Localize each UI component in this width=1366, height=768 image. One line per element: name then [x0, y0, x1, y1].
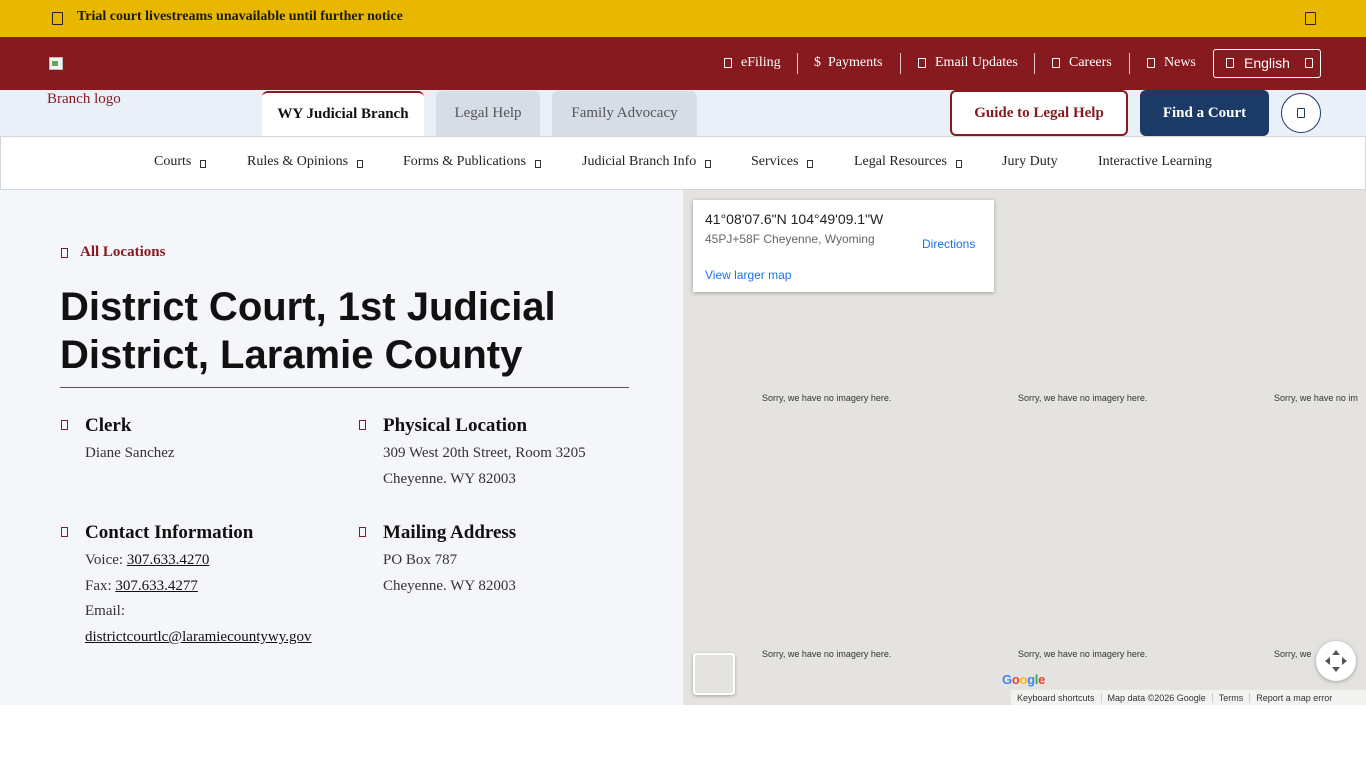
- briefcase-icon: [1052, 58, 1060, 68]
- map-directions-link[interactable]: Directions: [922, 237, 975, 251]
- payments-link[interactable]: $ Payments: [814, 54, 882, 72]
- careers-link[interactable]: Careers: [1052, 54, 1112, 72]
- search-icon: [1297, 108, 1305, 118]
- phone-icon: [61, 527, 68, 537]
- map-camera-control[interactable]: [1316, 641, 1356, 681]
- efiling-link[interactable]: eFiling: [724, 54, 781, 72]
- clerk-heading: Clerk: [85, 415, 132, 436]
- fax-phone-link[interactable]: 307.633.4277: [115, 578, 198, 594]
- language-selector[interactable]: English: [1213, 49, 1321, 78]
- clerk-name: Diane Sanchez: [85, 445, 175, 461]
- google-logo-letter: g: [1027, 672, 1035, 687]
- find-a-court-button[interactable]: Find a Court: [1140, 90, 1269, 136]
- page-title: District Court, 1st Judicial District, L…: [60, 285, 556, 377]
- envelope-icon: [918, 58, 926, 68]
- map-place-card: 41°08'07.6"N 104°49'09.1"W 45PJ+58F Chey…: [693, 200, 994, 292]
- email-updates-link[interactable]: Email Updates: [918, 54, 1018, 72]
- map-no-imagery-text: Sorry, we have no imagery here.: [1018, 649, 1148, 659]
- guide-to-legal-help-button[interactable]: Guide to Legal Help: [950, 90, 1128, 136]
- tab-wy-judicial-branch[interactable]: WY Judicial Branch: [262, 91, 424, 136]
- map-type-toggle-button[interactable]: [693, 653, 735, 695]
- nav-item-rules-opinions[interactable]: Rules & Opinions: [247, 154, 364, 170]
- map-coordinates: 41°08'07.6"N 104°49'09.1"W: [705, 211, 884, 227]
- map-no-imagery-text: Sorry, we have no imagery here.: [1018, 393, 1148, 403]
- user-icon: [61, 420, 68, 430]
- fax-line: Fax: 307.633.4277: [85, 578, 198, 594]
- chevron-down-icon: [200, 159, 207, 168]
- branch-logo-broken-image-icon[interactable]: [47, 55, 63, 71]
- embedded-map[interactable]: 41°08'07.6"N 104°49'09.1"W 45PJ+58F Chey…: [683, 190, 1366, 705]
- voice-phone-link[interactable]: 307.633.4270: [127, 552, 210, 568]
- search-button[interactable]: [1281, 93, 1321, 133]
- branch-logo-alt-text[interactable]: Branch logo: [47, 91, 121, 108]
- globe-icon: [1226, 58, 1234, 68]
- newspaper-icon: [1147, 58, 1155, 68]
- view-larger-map-link[interactable]: View larger map: [705, 268, 791, 282]
- google-logo-letter: G: [1002, 672, 1012, 687]
- nav-item-interactive-learning[interactable]: Interactive Learning: [1098, 154, 1212, 170]
- envelope-icon: [359, 527, 366, 537]
- all-locations-link[interactable]: All Locations: [61, 244, 165, 261]
- keyboard-shortcuts-link[interactable]: Keyboard shortcuts: [1011, 692, 1102, 703]
- map-no-imagery-text: Sorry, we have no imagery here.: [762, 649, 892, 659]
- mailing-address-heading: Mailing Address: [383, 522, 517, 543]
- language-label: English: [1244, 55, 1290, 71]
- mailing-address-line2: Cheyenne. WY 82003: [383, 578, 516, 594]
- divider: [797, 53, 798, 74]
- map-no-imagery-text: Sorry, we: [1274, 649, 1312, 659]
- nav-item-legal-resources[interactable]: Legal Resources: [854, 154, 962, 170]
- dollar-icon: $: [814, 55, 821, 70]
- google-logo-letter: o: [1019, 672, 1028, 687]
- chevron-down-icon: [955, 159, 962, 168]
- divider: [900, 53, 901, 74]
- tab-family-advocacy[interactable]: Family Advocacy: [552, 91, 697, 136]
- map-attribution-bar: Keyboard shortcuts Map data ©2026 Google…: [1011, 690, 1366, 705]
- nav-item-judicial-branch-info[interactable]: Judicial Branch Info: [582, 154, 712, 170]
- terms-link[interactable]: Terms: [1213, 692, 1251, 703]
- physical-location-heading: Physical Location: [383, 415, 528, 436]
- chevron-down-icon: [357, 159, 364, 168]
- close-icon[interactable]: [1305, 12, 1316, 25]
- email-link[interactable]: districtcourtlc@laramiecountywy.gov: [85, 629, 312, 645]
- file-icon: [724, 58, 732, 68]
- mailing-address-line1: PO Box 787: [383, 552, 458, 568]
- chevron-down-icon: [807, 159, 814, 168]
- chevron-down-icon: [705, 159, 712, 168]
- report-map-error-link[interactable]: Report a map error: [1250, 693, 1338, 703]
- google-logo: Google: [1002, 672, 1045, 687]
- chevron-down-icon: [534, 159, 541, 168]
- chevron-left-icon: [61, 247, 68, 258]
- nav-item-courts[interactable]: Courts: [154, 154, 207, 170]
- news-link[interactable]: News: [1147, 54, 1196, 72]
- voice-line: Voice: 307.633.4270: [85, 552, 210, 568]
- divider: [1034, 53, 1035, 74]
- nav-item-forms-publications[interactable]: Forms & Publications: [403, 154, 541, 170]
- alert-banner: Trial court livestreams unavailable unti…: [0, 0, 1366, 37]
- map-plus-code: 45PJ+58F Cheyenne, Wyoming: [705, 232, 875, 246]
- nav-item-jury-duty[interactable]: Jury Duty: [1002, 154, 1058, 170]
- physical-address-line1: 309 West 20th Street, Room 3205: [383, 445, 586, 461]
- map-no-imagery-text: Sorry, we have no im: [1274, 393, 1358, 403]
- email-line: districtcourtlc@laramiecountywy.gov: [85, 629, 312, 646]
- divider: [1129, 53, 1130, 74]
- tab-legal-help[interactable]: Legal Help: [436, 91, 540, 136]
- contact-heading: Contact Information: [85, 522, 254, 543]
- nav-item-services[interactable]: Services: [751, 154, 814, 170]
- move-arrows-icon: [1325, 650, 1347, 672]
- chevron-down-icon: [1305, 58, 1313, 68]
- title-divider: [60, 387, 629, 388]
- map-marker-icon: [359, 420, 366, 430]
- physical-address-line2: Cheyenne. WY 82003: [383, 471, 516, 487]
- alert-text: Trial court livestreams unavailable unti…: [77, 9, 403, 24]
- google-logo-letter: e: [1038, 672, 1046, 687]
- email-label: Email:: [85, 603, 125, 619]
- map-no-imagery-text: Sorry, we have no imagery here.: [762, 393, 892, 403]
- calendar-icon: [52, 12, 63, 25]
- map-data-credit: Map data ©2026 Google: [1102, 692, 1213, 703]
